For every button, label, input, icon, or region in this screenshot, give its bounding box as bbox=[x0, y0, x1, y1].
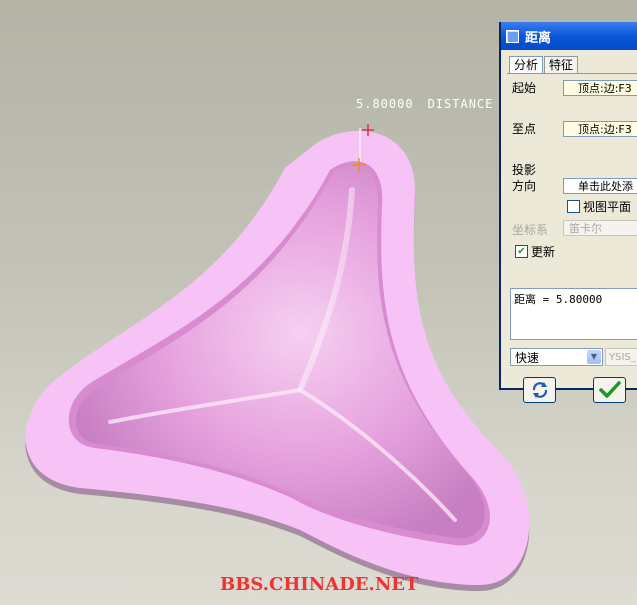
to-reference-field[interactable]: 顶点:边:F3 bbox=[563, 121, 637, 137]
view-plane-label: 视图平面 bbox=[583, 200, 632, 214]
mode-select[interactable]: 快速 ▼ bbox=[510, 348, 603, 366]
result-box: 距离 = 5.80000 bbox=[510, 288, 637, 340]
repaint-button[interactable] bbox=[523, 377, 556, 403]
from-reference-field[interactable]: 顶点:边:F3 bbox=[563, 80, 637, 96]
dimension-value: 5.80000 bbox=[356, 97, 414, 111]
mode-select-value: 快速 bbox=[515, 351, 540, 365]
dialog-tabs: 分析 特征 bbox=[509, 56, 579, 74]
dialog-title: 距离 bbox=[525, 30, 552, 46]
dimension-label: 5.80000 DISTANCE bbox=[356, 97, 493, 111]
to-label: 至点 bbox=[512, 122, 537, 136]
direction-label: 方向 bbox=[512, 179, 537, 193]
csys-field: 笛卡尔 bbox=[563, 220, 637, 236]
watermark: BBS.CHINADE.NET bbox=[220, 574, 419, 595]
dimension-name: DISTANCE bbox=[427, 97, 494, 111]
update-label: 更新 bbox=[531, 245, 556, 259]
from-label: 起始 bbox=[512, 81, 537, 95]
chevron-down-icon: ▼ bbox=[587, 350, 601, 364]
checkmark-icon bbox=[598, 381, 621, 398]
csys-label: 坐标系 bbox=[512, 223, 549, 237]
update-checkbox[interactable]: ✔ bbox=[515, 245, 528, 258]
projection-direction-field[interactable]: 单击此处添 bbox=[563, 178, 637, 194]
tab-analysis[interactable]: 分析 bbox=[509, 56, 544, 74]
dialog-app-icon bbox=[506, 29, 519, 43]
tab-feature[interactable]: 特征 bbox=[544, 56, 579, 74]
view-plane-checkbox[interactable] bbox=[567, 200, 580, 213]
dialog-titlebar[interactable]: 距离 bbox=[501, 22, 637, 50]
result-text: 距离 = 5.80000 bbox=[514, 293, 603, 306]
distance-dialog: 距离 分析 特征 起始 顶点:边:F3 至点 顶点:边:F3 投影 方向 单击此… bbox=[499, 22, 637, 403]
ok-button[interactable] bbox=[593, 377, 626, 403]
analysis-name-field: YSIS_ bbox=[605, 348, 637, 366]
repaint-icon bbox=[532, 382, 547, 398]
projection-label: 投影 bbox=[512, 163, 537, 177]
